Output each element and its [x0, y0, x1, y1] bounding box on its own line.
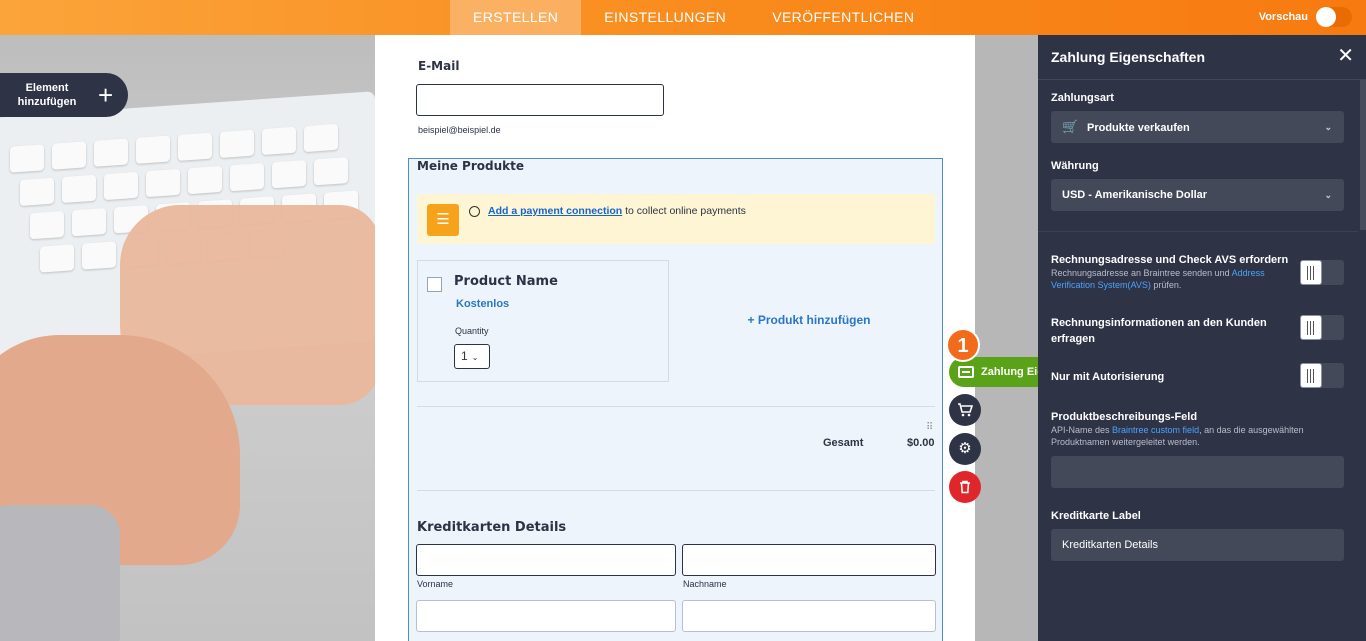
quantity-select[interactable]: 1 ⌄	[454, 344, 490, 369]
avs-desc-suffix: prüfen.	[1150, 280, 1182, 290]
canvas-margin	[975, 35, 1038, 641]
divider	[1038, 231, 1358, 232]
email-input[interactable]	[416, 84, 664, 116]
add-element-label: Element hinzufügen	[17, 82, 77, 108]
product-card[interactable]: Product Name Kostenlos Quantity 1 ⌄	[417, 260, 669, 382]
product-desc-label: Produktbeschreibungs-Feld	[1051, 411, 1198, 423]
payment-connection-notice: ☰ Add a payment connection to collect on…	[417, 194, 935, 244]
add-product-button[interactable]: + Produkt hinzufügen	[699, 313, 919, 327]
payment-title: Meine Produkte	[417, 159, 524, 173]
avs-toggle[interactable]	[1300, 260, 1344, 285]
billing-info-toggle[interactable]	[1300, 315, 1344, 340]
divider	[417, 406, 935, 407]
checklist-icon: ☰	[427, 204, 459, 236]
trash-icon[interactable]	[949, 471, 981, 503]
email-label: E-Mail	[418, 59, 460, 73]
email-sublabel: beispiel@beispiel.de	[418, 125, 501, 135]
preview-toggle[interactable]	[1316, 7, 1352, 27]
tab-einstellungen[interactable]: EINSTELLUNGEN	[581, 0, 749, 35]
sleeve-illustration	[0, 505, 120, 641]
product-desc-text: API-Name des	[1051, 425, 1113, 435]
first-name-input[interactable]	[416, 544, 676, 576]
chevron-down-icon: ⌄	[1324, 122, 1332, 132]
drag-handle-icon[interactable]: ⠿	[926, 423, 934, 433]
preview-label: Vorschau	[1258, 11, 1308, 23]
product-checkbox[interactable]	[427, 277, 442, 292]
builder-tabs: ERSTELLEN EINSTELLUNGEN VERÖFFENTLICHEN	[450, 0, 937, 35]
billing-info-label: Rechnungsinformationen an den Kunden erf…	[1051, 317, 1267, 345]
close-icon[interactable]: ✕	[1337, 46, 1354, 66]
avs-description: Rechnungsadresse an Braintree senden und…	[1051, 267, 1291, 291]
preview-control: Vorschau	[1259, 6, 1352, 28]
chevron-down-icon: ⌄	[471, 353, 479, 362]
panel-title: Zahlung Eigenschaften	[1051, 49, 1206, 65]
toggle-knob	[1300, 315, 1322, 340]
cart-icon: 🛒	[1062, 119, 1079, 134]
toggle-knob	[1300, 260, 1322, 285]
notice-suffix: to collect online payments	[622, 205, 746, 217]
product-desc-description: API-Name des Braintree custom field, an …	[1051, 424, 1341, 448]
divider	[417, 490, 935, 491]
payment-type-value: Produkte verkaufen	[1087, 122, 1190, 134]
radio-icon	[469, 206, 480, 217]
card-number-input[interactable]	[416, 600, 676, 632]
plus-icon: +	[98, 80, 114, 110]
auth-only-toggle[interactable]	[1300, 363, 1344, 388]
toggle-knob	[1300, 363, 1322, 388]
currency-label: Währung	[1051, 160, 1099, 172]
panel-header: Zahlung Eigenschaften ✕	[1038, 35, 1366, 80]
braintree-custom-field-link[interactable]: Braintree custom field	[1112, 425, 1199, 435]
avs-desc-text: Rechnungsadresse an Braintree senden und	[1051, 268, 1232, 278]
product-desc-input[interactable]	[1051, 456, 1344, 488]
last-name-input[interactable]	[682, 544, 936, 576]
tab-erstellen[interactable]: ERSTELLEN	[450, 0, 582, 35]
product-name: Product Name	[454, 274, 558, 289]
chevron-down-icon: ⌄	[1324, 190, 1332, 200]
properties-panel: Zahlung Eigenschaften ✕ Zahlungsart 🛒 Pro…	[1038, 35, 1366, 641]
panel-scrollbar[interactable]	[1360, 80, 1366, 230]
payment-type-label: Zahlungsart	[1051, 92, 1114, 104]
total-value: $0.00	[907, 437, 935, 449]
currency-value: USD - Amerikanische Dollar	[1062, 189, 1208, 201]
cc-label-title: Kreditkarte Label	[1051, 510, 1141, 522]
preview-toggle-knob	[1316, 7, 1336, 27]
product-price: Kostenlos	[456, 298, 510, 310]
card-security-input[interactable]	[682, 600, 936, 632]
gear-icon[interactable]: ⚙	[949, 433, 981, 465]
step-badge: 1	[946, 328, 980, 362]
credit-card-icon	[958, 366, 974, 378]
notice-text: Add a payment connection to collect onli…	[488, 205, 746, 217]
element-tag-label: Zahlung Eig	[981, 366, 1038, 378]
avs-label: Rechnungsadresse und Check AVS erfordern	[1051, 254, 1289, 266]
first-name-sublabel: Vorname	[417, 579, 454, 589]
last-name-sublabel: Nachname	[683, 579, 727, 589]
add-element-button[interactable]: Element hinzufügen +	[0, 73, 128, 117]
top-navigation-bar: ERSTELLEN EINSTELLUNGEN VERÖFFENTLICHEN …	[0, 0, 1366, 35]
form-canvas: E-Mail beispiel@beispiel.de Meine Produk…	[375, 35, 975, 641]
credit-card-title: Kreditkarten Details	[417, 520, 567, 535]
tab-veroeffentlichen[interactable]: VERÖFFENTLICHEN	[749, 0, 937, 35]
payment-type-select[interactable]: 🛒 Produkte verkaufen ⌄	[1051, 111, 1344, 143]
auth-only-label: Nur mit Autorisierung	[1051, 371, 1165, 383]
quantity-label: Quantity	[455, 326, 489, 336]
cart-icon[interactable]	[949, 394, 981, 426]
cc-label-input[interactable]: Kreditkarten Details	[1051, 529, 1344, 561]
payment-element[interactable]: Meine Produkte ☰ Add a payment connectio…	[408, 158, 943, 641]
add-payment-connection-link[interactable]: Add a payment connection	[488, 205, 622, 217]
total-label: Gesamt	[823, 437, 864, 449]
currency-select[interactable]: USD - Amerikanische Dollar ⌄	[1051, 179, 1344, 211]
quantity-value: 1	[461, 349, 468, 363]
